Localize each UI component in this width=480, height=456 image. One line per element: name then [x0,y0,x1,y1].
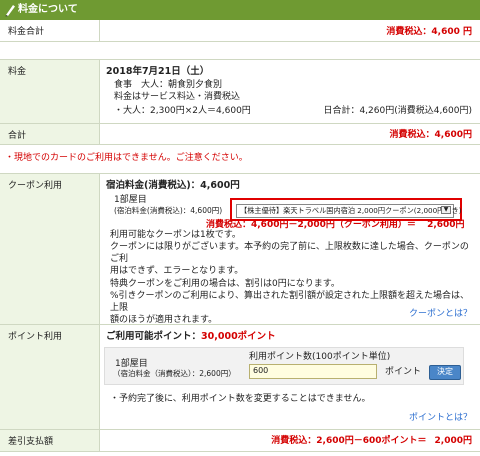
final-result: 2,000円 [434,436,472,446]
final-row: 差引支払額 消費税込：2,600円－600ポイント＝ 2,000円 [0,430,480,452]
final-label: 差引支払額 [0,430,100,451]
points-room-fee: （宿泊料金（消費税込）：2,600円） [113,369,236,378]
points-label: ポイント利用 [0,325,100,429]
total-fee-row: 料金合計 消費税込：4,600 円 [0,20,480,42]
apply-points-button[interactable]: 決定 [429,365,461,380]
coupon-label: クーポン利用 [0,174,100,324]
fee-detail: 2018年7月21日（土） 食事 大人：朝食別夕食別 料金はサービス料込・消費税… [100,60,480,123]
coupon-help-link[interactable]: クーポンとは？ [409,308,472,320]
section-title: 料金について [18,4,78,16]
coupon-detail: 宿泊料金(消費税込)：4,600円 1部屋目 (宿泊料金(消費税込)：4,600… [100,174,480,325]
coupon-note: クーポンには限りがございます。本予約の完了前に、上限枚数に達した場合、クーポンの… [110,242,469,265]
points-input[interactable]: 600 [249,364,377,379]
daily-total: 日合計：4,260円(消費税込4,600円) [323,106,472,116]
total-fee-label: 料金合計 [0,20,100,41]
available-points: ご利用可能ポイント：30,000ポイント [106,331,276,344]
subtotal-label: 合計 [0,124,100,144]
points-input-label: 利用ポイント数(100ポイント単位) [249,352,391,362]
total-fee-value: 消費税込：4,600 円 [386,27,472,37]
available-points-value: 30,000ポイント [201,331,276,342]
subtotal-value: 消費税込：4,600円 [389,130,472,140]
final-cell: 消費税込：2,600円－600ポイント＝ 2,000円 [100,430,480,451]
coupon-note: 利用可能なクーポンは1枚です。 [110,230,241,240]
adult-fee: ・大人：2,300円×2人＝4,600円 [114,106,251,116]
card-warning: ・現地でのカードのご利用はできません。ご注意ください。 [5,153,248,163]
coupon-row: クーポン利用 宿泊料金(消費税込)：4,600円 1部屋目 (宿泊料金(消費税込… [0,174,480,325]
available-points-prefix: ご利用可能ポイント： [106,331,202,342]
coupon-select[interactable]: 【株主優待】楽天トラベル国内宿泊 2,000円クーポン(2,000円引き) ▼ [236,204,462,218]
points-note: ・予約完了後に、利用ポイント数を変更することはできません。 [110,394,371,404]
chevron-down-icon[interactable]: ▼ [441,206,451,214]
section-header: 料金について [0,0,480,20]
final-amount: 消費税込：2,600円－600ポイント＝ 2,000円 [271,435,472,447]
coupon-select-value: 【株主優待】楽天トラベル国内宿泊 2,000円クーポン(2,000円引き) [240,206,462,215]
coupon-note: 特典クーポンをご利用の場合は、割引は0円になります。 [110,278,340,289]
total-fee-cell: 消費税込：4,600 円 [100,20,480,41]
points-input-box: 1部屋目 （宿泊料金（消費税込）：2,600円） 利用ポイント数(100ポイント… [104,347,464,385]
subtotal-cell: 消費税込：4,600円 [100,124,480,144]
final-prefix: 消費税込：2,600円－600ポイント＝ [271,436,427,446]
fee-row: 料金 2018年7月21日（土） 食事 大人：朝食別夕食別 料金はサービス料込・… [0,60,480,124]
warning-row: ・現地でのカードのご利用はできません。ご注意ください。 [0,145,480,174]
fee-panel: 料金について 料金合計 消費税込：4,600 円 料金 2018年7月21日（土… [0,0,480,456]
meal-info: 食事 大人：朝食別夕食別 [114,80,223,90]
points-detail: ご利用可能ポイント：30,000ポイント 1部屋目 （宿泊料金（消費税込）：2,… [100,325,480,429]
points-unit: ポイント [385,367,422,377]
pen-icon [5,5,15,17]
subtotal-row: 合計 消費税込：4,600円 [0,124,480,145]
coupon-note: 用はできず、エラーとなります。 [110,266,244,277]
coupon-room-fee: (宿泊料金(消費税込)：4,600円) [114,206,223,215]
fee-label: 料金 [0,60,100,123]
coupon-title: 宿泊料金(消費税込)：4,600円 [106,180,240,191]
coupon-room: 1部屋目 [114,195,147,205]
fee-note: 料金はサービス料込・消費税込 [114,92,241,102]
points-help-link[interactable]: ポイントとは？ [409,412,472,424]
stay-date: 2018年7月21日（土） [106,66,210,77]
spacer [0,42,480,60]
points-row: ポイント利用 ご利用可能ポイント：30,000ポイント 1部屋目 （宿泊料金（消… [0,325,480,430]
